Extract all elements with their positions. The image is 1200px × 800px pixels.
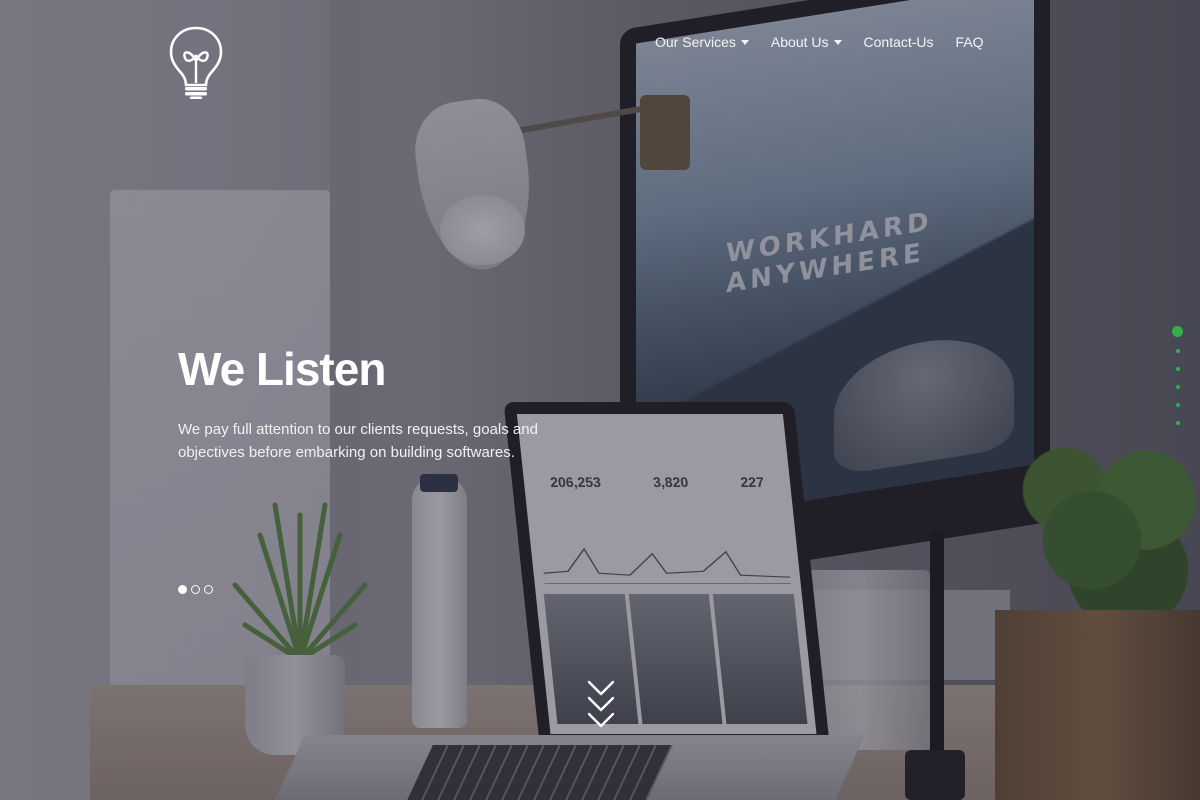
nav-item-faq[interactable]: FAQ: [956, 34, 984, 50]
nav-label: Contact-Us: [863, 34, 934, 50]
hero-title: We Listen: [178, 343, 386, 395]
slider-dot[interactable]: [178, 585, 187, 594]
nav-label: FAQ: [955, 34, 984, 50]
section-nav-dot[interactable]: [1175, 421, 1180, 425]
nav-label: Our Services: [655, 34, 736, 50]
caret-down-icon: [833, 39, 842, 45]
section-nav-dot[interactable]: [1175, 367, 1180, 371]
caret-down-icon: [740, 39, 749, 45]
slider-pagination: [178, 585, 213, 594]
slider-dot[interactable]: [204, 585, 213, 594]
slider-dot[interactable]: [191, 585, 200, 594]
section-nav-dot[interactable]: [1175, 385, 1180, 389]
nav-item-our-services[interactable]: Our Services: [655, 34, 749, 50]
hero-description: We pay full attention to our clients req…: [178, 421, 538, 461]
nav-item-contact-us[interactable]: Contact-Us: [864, 34, 934, 50]
main-nav: Our Services About Us Contact-Us FAQ: [655, 34, 984, 50]
section-nav-dot[interactable]: [1172, 326, 1183, 337]
chevron-down-icon[interactable]: [586, 678, 616, 734]
lightbulb-icon[interactable]: [168, 25, 224, 99]
nav-label: About Us: [770, 34, 829, 50]
section-nav: [1172, 326, 1183, 425]
section-nav-dot[interactable]: [1175, 349, 1180, 353]
hero-section: WORKHARD ANYWHERE 206,253 3,820 227 Our …: [0, 0, 1200, 800]
nav-item-about-us[interactable]: About Us: [771, 34, 842, 50]
section-nav-dot[interactable]: [1175, 403, 1180, 407]
